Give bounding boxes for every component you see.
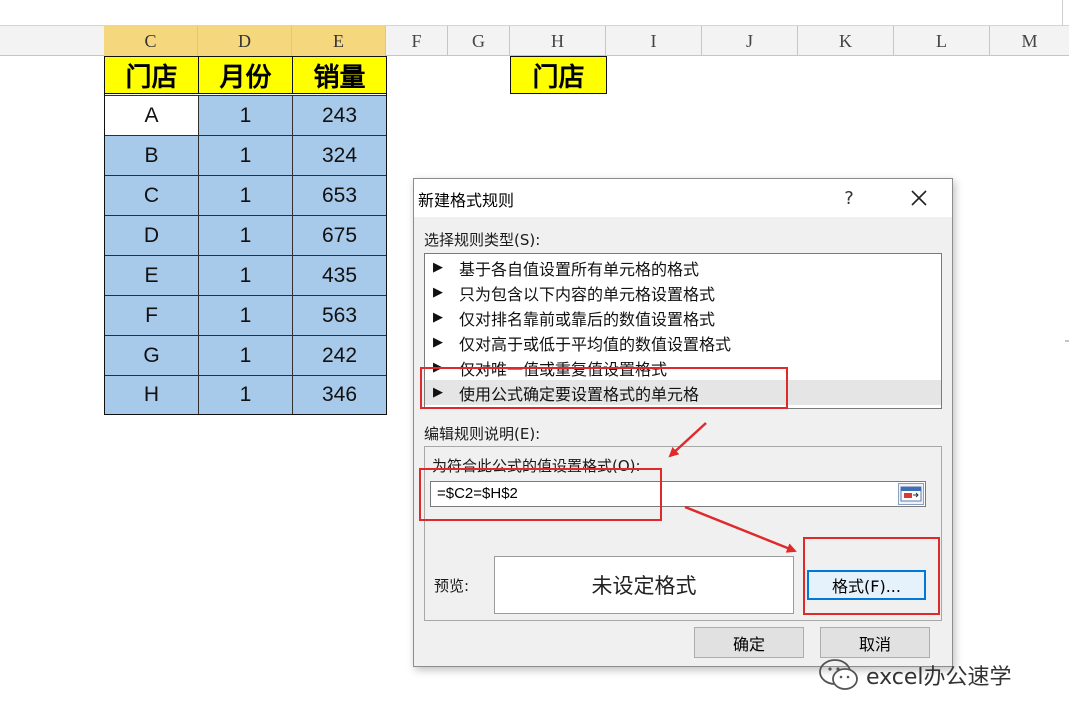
cell-store[interactable]: G <box>104 335 199 376</box>
column-header-k[interactable]: K <box>798 26 894 56</box>
formula-bar-area <box>0 0 1069 26</box>
dialog-title-bar[interactable]: 新建格式规则 ? <box>414 179 952 217</box>
column-header-e[interactable]: E <box>292 26 386 56</box>
column-header-i[interactable]: I <box>606 26 702 56</box>
cell-sales[interactable]: 653 <box>292 175 387 216</box>
triangle-right-icon: ▶ <box>433 385 443 400</box>
column-header-c[interactable]: C <box>104 26 198 56</box>
rule-type-item[interactable]: ▶ 仅对高于或低于平均值的数值设置格式 <box>425 330 941 355</box>
wechat-icon <box>819 659 858 690</box>
cell-store[interactable]: C <box>104 175 199 216</box>
column-header-row: C D E F G H I J K L M <box>0 26 1069 56</box>
cell-store[interactable]: B <box>104 135 199 176</box>
collapse-dialog-icon <box>900 486 922 502</box>
preview-label: 预览: <box>434 577 470 595</box>
triangle-right-icon: ▶ <box>433 260 443 275</box>
column-header-m[interactable]: M <box>990 26 1069 56</box>
header-cell-sales[interactable]: 销量 <box>292 56 387 94</box>
help-button[interactable]: ? <box>834 185 864 211</box>
close-icon <box>911 190 927 206</box>
column-header-l[interactable]: L <box>894 26 990 56</box>
close-button[interactable] <box>904 184 934 212</box>
range-select-button[interactable] <box>898 483 924 505</box>
column-header-h[interactable]: H <box>510 26 606 56</box>
rule-type-text: 基于各自值设置所有单元格的格式 <box>459 259 700 279</box>
rule-type-item[interactable]: ▶ 基于各自值设置所有单元格的格式 <box>425 255 941 280</box>
header-cell-h-store[interactable]: 门店 <box>510 56 607 94</box>
rule-type-text: 仅对排名靠前或靠后的数值设置格式 <box>459 309 716 329</box>
cell-month[interactable]: 1 <box>198 215 293 256</box>
cell-month[interactable]: 1 <box>198 335 293 376</box>
cell-sales[interactable]: 563 <box>292 295 387 336</box>
header-cell-store[interactable]: 门店 <box>104 56 199 94</box>
cell-sales[interactable]: 435 <box>292 255 387 296</box>
cell-store[interactable]: F <box>104 295 199 336</box>
cell-month[interactable]: 1 <box>198 375 293 415</box>
triangle-right-icon: ▶ <box>433 285 443 300</box>
cancel-button[interactable]: 取消 <box>820 627 930 658</box>
rule-type-text: 仅对高于或低于平均值的数值设置格式 <box>459 334 732 354</box>
triangle-right-icon: ▶ <box>433 360 443 375</box>
cell-store[interactable]: D <box>104 215 199 256</box>
cell-month[interactable]: 1 <box>198 255 293 296</box>
cell-month[interactable]: 1 <box>198 95 293 136</box>
cell-month[interactable]: 1 <box>198 295 293 336</box>
column-header-d[interactable]: D <box>198 26 292 56</box>
rule-type-item-selected[interactable]: ▶ 使用公式确定要设置格式的单元格 <box>425 380 941 405</box>
cell-sales[interactable]: 346 <box>292 375 387 415</box>
cell-store[interactable]: H <box>104 375 199 415</box>
watermark: excel办公速学 <box>818 658 1012 692</box>
rule-type-item[interactable]: ▶ 仅对唯一值或重复值设置格式 <box>425 355 941 380</box>
cell-sales[interactable]: 675 <box>292 215 387 256</box>
cell-sales[interactable]: 242 <box>292 335 387 376</box>
rule-type-list[interactable]: ▶ 基于各自值设置所有单元格的格式 ▶ 只为包含以下内容的单元格设置格式 ▶ 仅对排名… <box>424 253 942 409</box>
column-header-j[interactable]: J <box>702 26 798 56</box>
header-cell-month[interactable]: 月份 <box>198 56 293 94</box>
rule-type-text: 仅对唯一值或重复值设置格式 <box>459 359 668 379</box>
rule-type-item[interactable]: ▶ 只为包含以下内容的单元格设置格式 <box>425 280 941 305</box>
triangle-right-icon: ▶ <box>433 310 443 325</box>
cell-store[interactable]: E <box>104 255 199 296</box>
column-header-g[interactable]: G <box>448 26 510 56</box>
ok-button[interactable]: 确定 <box>694 627 804 658</box>
edit-rule-label: 编辑规则说明(E): <box>424 425 541 443</box>
format-preview: 未设定格式 <box>494 556 794 614</box>
rule-type-text: 使用公式确定要设置格式的单元格 <box>459 384 700 404</box>
cell-month[interactable]: 1 <box>198 135 293 176</box>
cell-store[interactable]: A <box>104 95 199 136</box>
dialog-title: 新建格式规则 <box>418 191 515 210</box>
format-button[interactable]: 格式(F)... <box>807 570 926 600</box>
column-header-f[interactable]: F <box>386 26 448 56</box>
new-format-rule-dialog: 新建格式规则 ? 选择规则类型(S): ▶ 基于各自值设置所有单元格的格式 ▶ 只为… <box>413 178 953 667</box>
cell-month[interactable]: 1 <box>198 175 293 216</box>
formula-input[interactable]: =$C2=$H$2 <box>430 481 926 507</box>
triangle-right-icon: ▶ <box>433 335 443 350</box>
rule-type-label: 选择规则类型(S): <box>424 231 541 249</box>
formula-label: 为符合此公式的值设置格式(O): <box>432 457 641 475</box>
watermark-text: excel办公速学 <box>866 665 1012 690</box>
cell-sales[interactable]: 324 <box>292 135 387 176</box>
cell-sales[interactable]: 243 <box>292 95 387 136</box>
rule-type-text: 只为包含以下内容的单元格设置格式 <box>459 284 716 304</box>
rule-type-item[interactable]: ▶ 仅对排名靠前或靠后的数值设置格式 <box>425 305 941 330</box>
